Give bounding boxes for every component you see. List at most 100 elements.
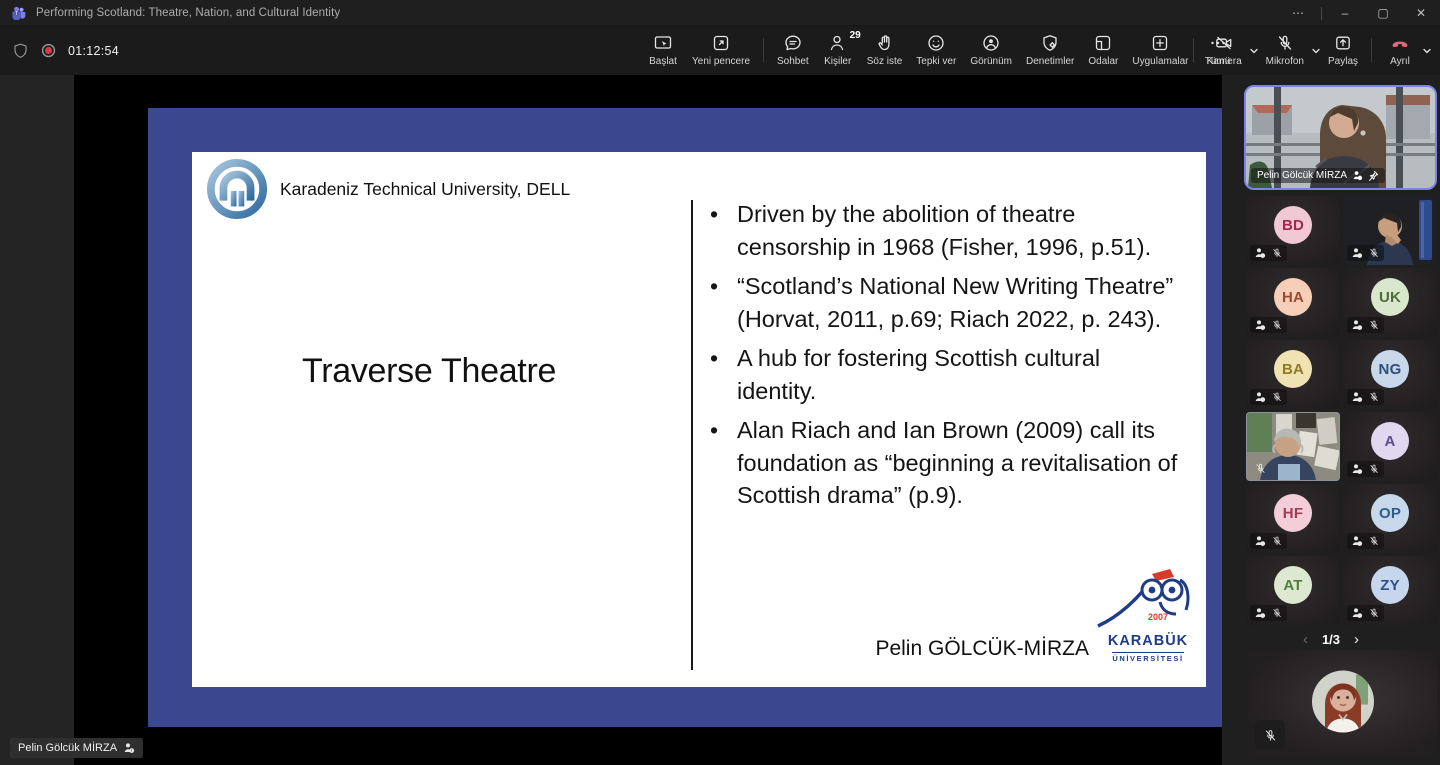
- slide-bullet: “Scotland’s National New Writing Theatre…: [737, 270, 1181, 335]
- ktu-logo: [206, 158, 268, 220]
- participant-tile[interactable]: HF: [1246, 484, 1340, 553]
- participant-avatar: ZY: [1371, 566, 1409, 604]
- attendee-mic-icon: [1254, 391, 1266, 403]
- start-presenting-button[interactable]: Başlat: [641, 26, 685, 71]
- mic-off-icon: [1275, 33, 1295, 53]
- participant-status: [1250, 389, 1287, 405]
- chat-icon: [783, 33, 803, 53]
- speaker-name: Pelin Gölcük MİRZA: [1257, 170, 1347, 181]
- presentation-background: Karadeniz Technical University, DELL Tra…: [148, 108, 1248, 727]
- participants-sidebar: Pelin Gölcük MİRZA BD: [1222, 75, 1440, 765]
- participant-status: [1250, 460, 1271, 477]
- share-arrow-icon: [1333, 33, 1353, 53]
- self-video-tile[interactable]: [1248, 650, 1437, 757]
- participant-tile[interactable]: AT: [1246, 556, 1340, 625]
- breakout-rooms-icon: [1093, 33, 1113, 53]
- share-button[interactable]: Paylaş: [1321, 26, 1365, 71]
- attendee-mic-icon: [1254, 319, 1266, 331]
- rooms-button[interactable]: Odalar: [1081, 26, 1125, 71]
- pin-icon: [1368, 170, 1379, 181]
- mic-off-icon: [1271, 535, 1283, 547]
- attendee-mic-icon: [1351, 247, 1363, 259]
- window-maximize-button[interactable]: ▢: [1364, 0, 1402, 26]
- participant-tile[interactable]: ZY: [1343, 556, 1437, 625]
- hangup-icon: [1390, 33, 1410, 53]
- mic-button[interactable]: Mikrofon: [1259, 26, 1311, 71]
- presenter-name-pill: Pelin Gölcük MİRZA !: [10, 738, 143, 758]
- slide-bullet: Alan Riach and Ian Brown (2009) call its…: [737, 414, 1181, 512]
- participant-avatar: HF: [1274, 494, 1312, 532]
- new-window-button[interactable]: Yeni pencere: [685, 26, 757, 71]
- karabuk-university-logo: 2007 KARABÜK ÜNİVERSİTESİ: [1090, 568, 1206, 668]
- react-button[interactable]: Tepki ver: [909, 26, 963, 71]
- participant-status: [1250, 533, 1287, 549]
- slide-bullet: A hub for fostering Scottish cultural id…: [737, 342, 1181, 407]
- people-button[interactable]: 29 Kişiler: [816, 26, 860, 71]
- slide: Karadeniz Technical University, DELL Tra…: [192, 152, 1206, 687]
- slide-bullet-list: Driven by the abolition of theatre censo…: [737, 198, 1181, 519]
- participants-pager: ‹ 1/3 ›: [1222, 628, 1440, 650]
- speaker-name-label: Pelin Gölcük MİRZA: [1251, 168, 1385, 183]
- attendee-mic-icon: [1352, 170, 1363, 181]
- participant-avatar: A: [1371, 422, 1409, 460]
- slide-divider: [691, 200, 693, 670]
- shared-screen-region: Karadeniz Technical University, DELL Tra…: [74, 75, 1222, 765]
- view-button[interactable]: Görünüm: [963, 26, 1019, 71]
- participant-avatar: HA: [1274, 278, 1312, 316]
- window-more-button[interactable]: ⋯: [1279, 0, 1317, 26]
- participant-avatar: UK: [1371, 278, 1409, 316]
- mic-off-icon: [1368, 319, 1380, 331]
- slide-header-text: Karadeniz Technical University, DELL: [280, 179, 570, 200]
- participant-status: [1347, 317, 1384, 333]
- participant-tile[interactable]: [1343, 196, 1437, 265]
- leave-options-chevron[interactable]: [1420, 26, 1434, 75]
- participant-tile[interactable]: BA: [1246, 340, 1340, 409]
- camera-off-icon: [1214, 33, 1234, 53]
- karabuk-logo-subtitle: ÜNİVERSİTESİ: [1112, 652, 1183, 663]
- slide-author: Pelin GÖLCÜK-MİRZA: [875, 637, 1089, 661]
- pager-prev-button[interactable]: ‹: [1303, 631, 1308, 648]
- participant-status: [1250, 245, 1287, 261]
- participant-status: [1347, 461, 1384, 477]
- leave-button[interactable]: Ayrıl: [1378, 26, 1422, 71]
- toolbar-divider: [763, 38, 764, 62]
- active-speaker-tile[interactable]: Pelin Gölcük MİRZA: [1244, 85, 1437, 190]
- pager-page-label: 1/3: [1322, 632, 1340, 647]
- participant-status: [1347, 533, 1384, 549]
- participant-tile[interactable]: NG: [1343, 340, 1437, 409]
- self-avatar-photo: [1312, 670, 1374, 732]
- participant-tile[interactable]: OP: [1343, 484, 1437, 553]
- participant-avatar: BD: [1274, 206, 1312, 244]
- owl-icon: 2007: [1090, 568, 1206, 630]
- participant-status: [1347, 245, 1384, 261]
- apps-plus-icon: [1150, 33, 1170, 53]
- camera-button[interactable]: Kamera: [1200, 26, 1249, 71]
- window-controls-divider: [1321, 7, 1322, 20]
- participant-status: [1347, 605, 1384, 621]
- attendee-mic-icon: [1254, 535, 1266, 547]
- raise-hand-button[interactable]: Söz iste: [860, 26, 910, 71]
- participant-tile[interactable]: [1246, 412, 1340, 481]
- people-count-badge: 29: [850, 30, 861, 41]
- mic-off-icon: [1368, 391, 1380, 403]
- mic-off-icon: [1368, 463, 1380, 475]
- controls-button[interactable]: Denetimler: [1019, 26, 1081, 71]
- mic-off-icon: [1271, 319, 1283, 331]
- mic-off-icon: [1271, 391, 1283, 403]
- participant-tile[interactable]: UK: [1343, 268, 1437, 337]
- mic-off-icon: [1368, 607, 1380, 619]
- participant-tile[interactable]: A: [1343, 412, 1437, 481]
- self-mic-status: [1255, 720, 1285, 750]
- svg-text:2007: 2007: [1148, 612, 1168, 622]
- pager-next-button[interactable]: ›: [1354, 631, 1359, 648]
- participant-tile[interactable]: HA: [1246, 268, 1340, 337]
- attendee-mic-icon: [1351, 319, 1363, 331]
- people-icon: [828, 33, 848, 53]
- window-close-button[interactable]: ✕: [1402, 0, 1440, 26]
- window-titlebar: T Performing Scotland: Theatre, Nation, …: [0, 0, 1440, 26]
- chat-button[interactable]: Sohbet: [770, 26, 816, 71]
- participant-tile[interactable]: BD: [1246, 196, 1340, 265]
- window-minimize-button[interactable]: –: [1326, 0, 1364, 26]
- apps-button[interactable]: Uygulamalar: [1125, 26, 1195, 71]
- slide-bullet: Driven by the abolition of theatre censo…: [737, 198, 1181, 263]
